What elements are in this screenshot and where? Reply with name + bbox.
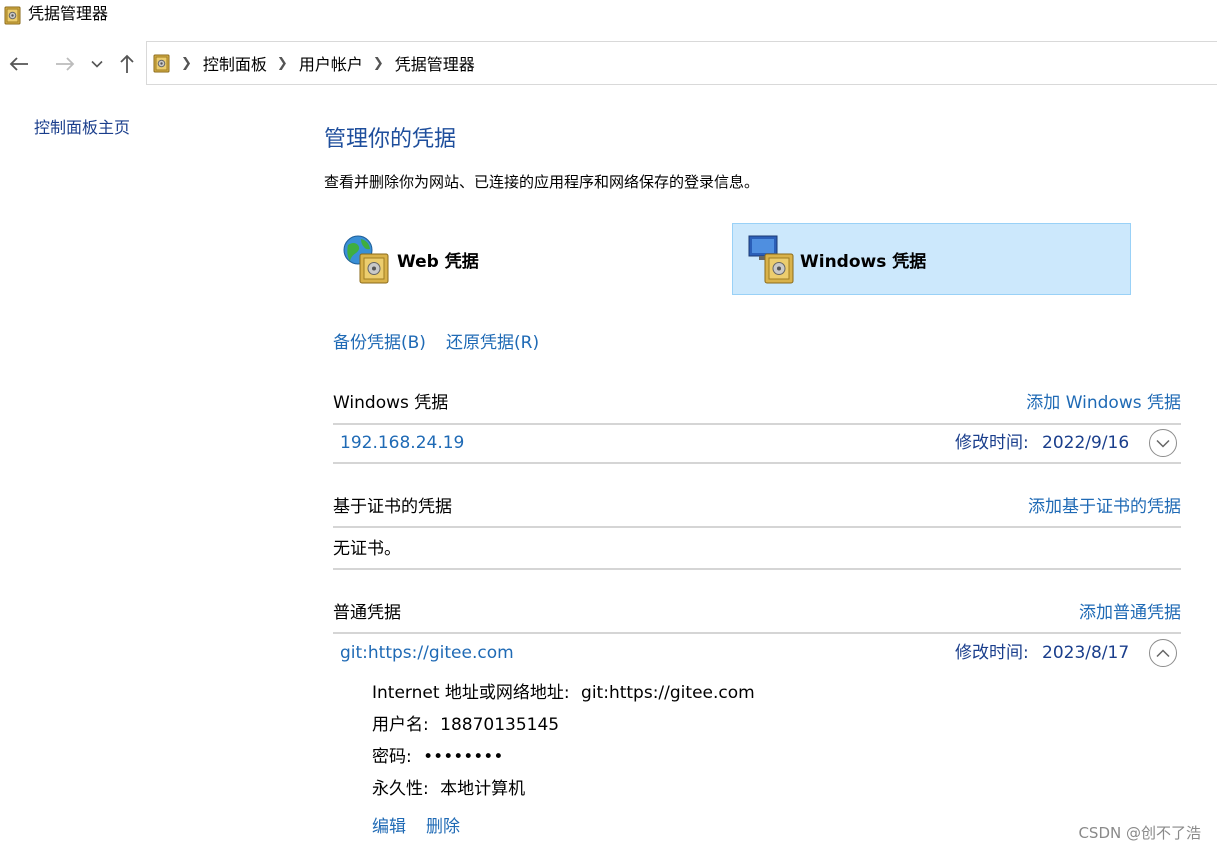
persistence-label: 永久性: [372,779,429,799]
forward-button[interactable] [52,50,78,78]
section-divider [333,632,1181,634]
modified-date: 2023/8/17 [1042,643,1130,663]
cert-credentials-heading: 基于证书的凭据 [333,497,452,517]
username-label: 用户名: [372,715,429,735]
window-title: 凭据管理器 [28,4,109,23]
username-detail: 用户名: 18870135145 [372,713,559,737]
tab-web-label: Web 凭据 [397,251,479,272]
arrow-up-icon [120,54,134,73]
tab-windows-label: Windows 凭据 [800,251,927,272]
page-subtitle: 查看并删除你为网站、已连接的应用程序和网络保存的登录信息。 [324,173,760,191]
breadcrumb-user-accounts[interactable]: 用户帐户 [299,51,363,75]
collapse-button[interactable] [1149,639,1177,667]
persistence-detail: 永久性: 本地计算机 [372,777,525,801]
recent-locations-button[interactable] [88,50,106,78]
chevron-down-icon [91,60,103,68]
modified-date: 2022/9/16 [1042,433,1130,453]
control-panel-home-link[interactable]: 控制面板主页 [34,116,130,140]
back-button[interactable] [6,50,32,78]
edit-link[interactable]: 编辑 [372,815,406,839]
credential-item-name[interactable]: 192.168.24.19 [340,431,464,455]
password-value: •••••••• [423,747,504,767]
tab-windows-credentials[interactable]: Windows 凭据 [732,223,1131,295]
up-button[interactable] [116,50,138,78]
password-detail: 密码: •••••••• [372,745,503,769]
watermark: CSDN @创不了浩 [1078,824,1201,842]
section-divider [333,526,1181,528]
arrow-left-icon [9,57,28,71]
breadcrumb-control-panel[interactable]: 控制面板 [203,51,267,75]
chevron-up-icon [1156,648,1170,657]
username-value: 18870135145 [440,715,560,735]
arrow-right-icon [56,57,75,71]
page-title: 管理你的凭据 [324,127,457,152]
monitor-vault-icon [746,233,798,285]
expand-button[interactable] [1149,429,1177,457]
windows-credentials-heading: Windows 凭据 [333,393,449,413]
chevron-right-icon[interactable]: ❯ [373,56,384,71]
restore-credentials-link[interactable]: 还原凭据(R) [446,331,539,355]
globe-vault-icon [341,233,393,285]
add-cert-credential-link[interactable]: 添加基于证书的凭据 [1028,495,1181,519]
address-detail: Internet 地址或网络地址: git:https://gitee.com [372,681,755,705]
section-divider [333,462,1181,464]
address-label: Internet 地址或网络地址: [372,683,570,703]
modified-label: 修改时间: [955,433,1029,453]
vault-icon [4,5,22,25]
persistence-value: 本地计算机 [440,779,526,799]
no-certificates-text: 无证书。 [333,539,401,559]
section-divider [333,423,1181,425]
chevron-right-icon[interactable]: ❯ [181,56,192,71]
password-label: 密码: [372,747,412,767]
address-value: git:https://gitee.com [581,683,755,703]
breadcrumb-credential-manager[interactable]: 凭据管理器 [395,51,475,75]
section-divider [333,568,1181,570]
tab-web-credentials[interactable]: Web 凭据 [333,223,723,295]
backup-credentials-link[interactable]: 备份凭据(B) [333,331,426,355]
add-windows-credential-link[interactable]: 添加 Windows 凭据 [1026,391,1181,415]
vault-icon [153,53,171,73]
address-bar[interactable]: ❯ 控制面板 ❯ 用户帐户 ❯ 凭据管理器 [146,41,1217,85]
chevron-down-icon [1156,439,1170,448]
modified-label: 修改时间: [955,643,1029,663]
chevron-right-icon[interactable]: ❯ [277,56,288,71]
delete-link[interactable]: 删除 [426,815,460,839]
credential-item-name[interactable]: git:https://gitee.com [340,641,514,665]
generic-credentials-heading: 普通凭据 [333,603,401,623]
add-generic-credential-link[interactable]: 添加普通凭据 [1079,601,1181,625]
